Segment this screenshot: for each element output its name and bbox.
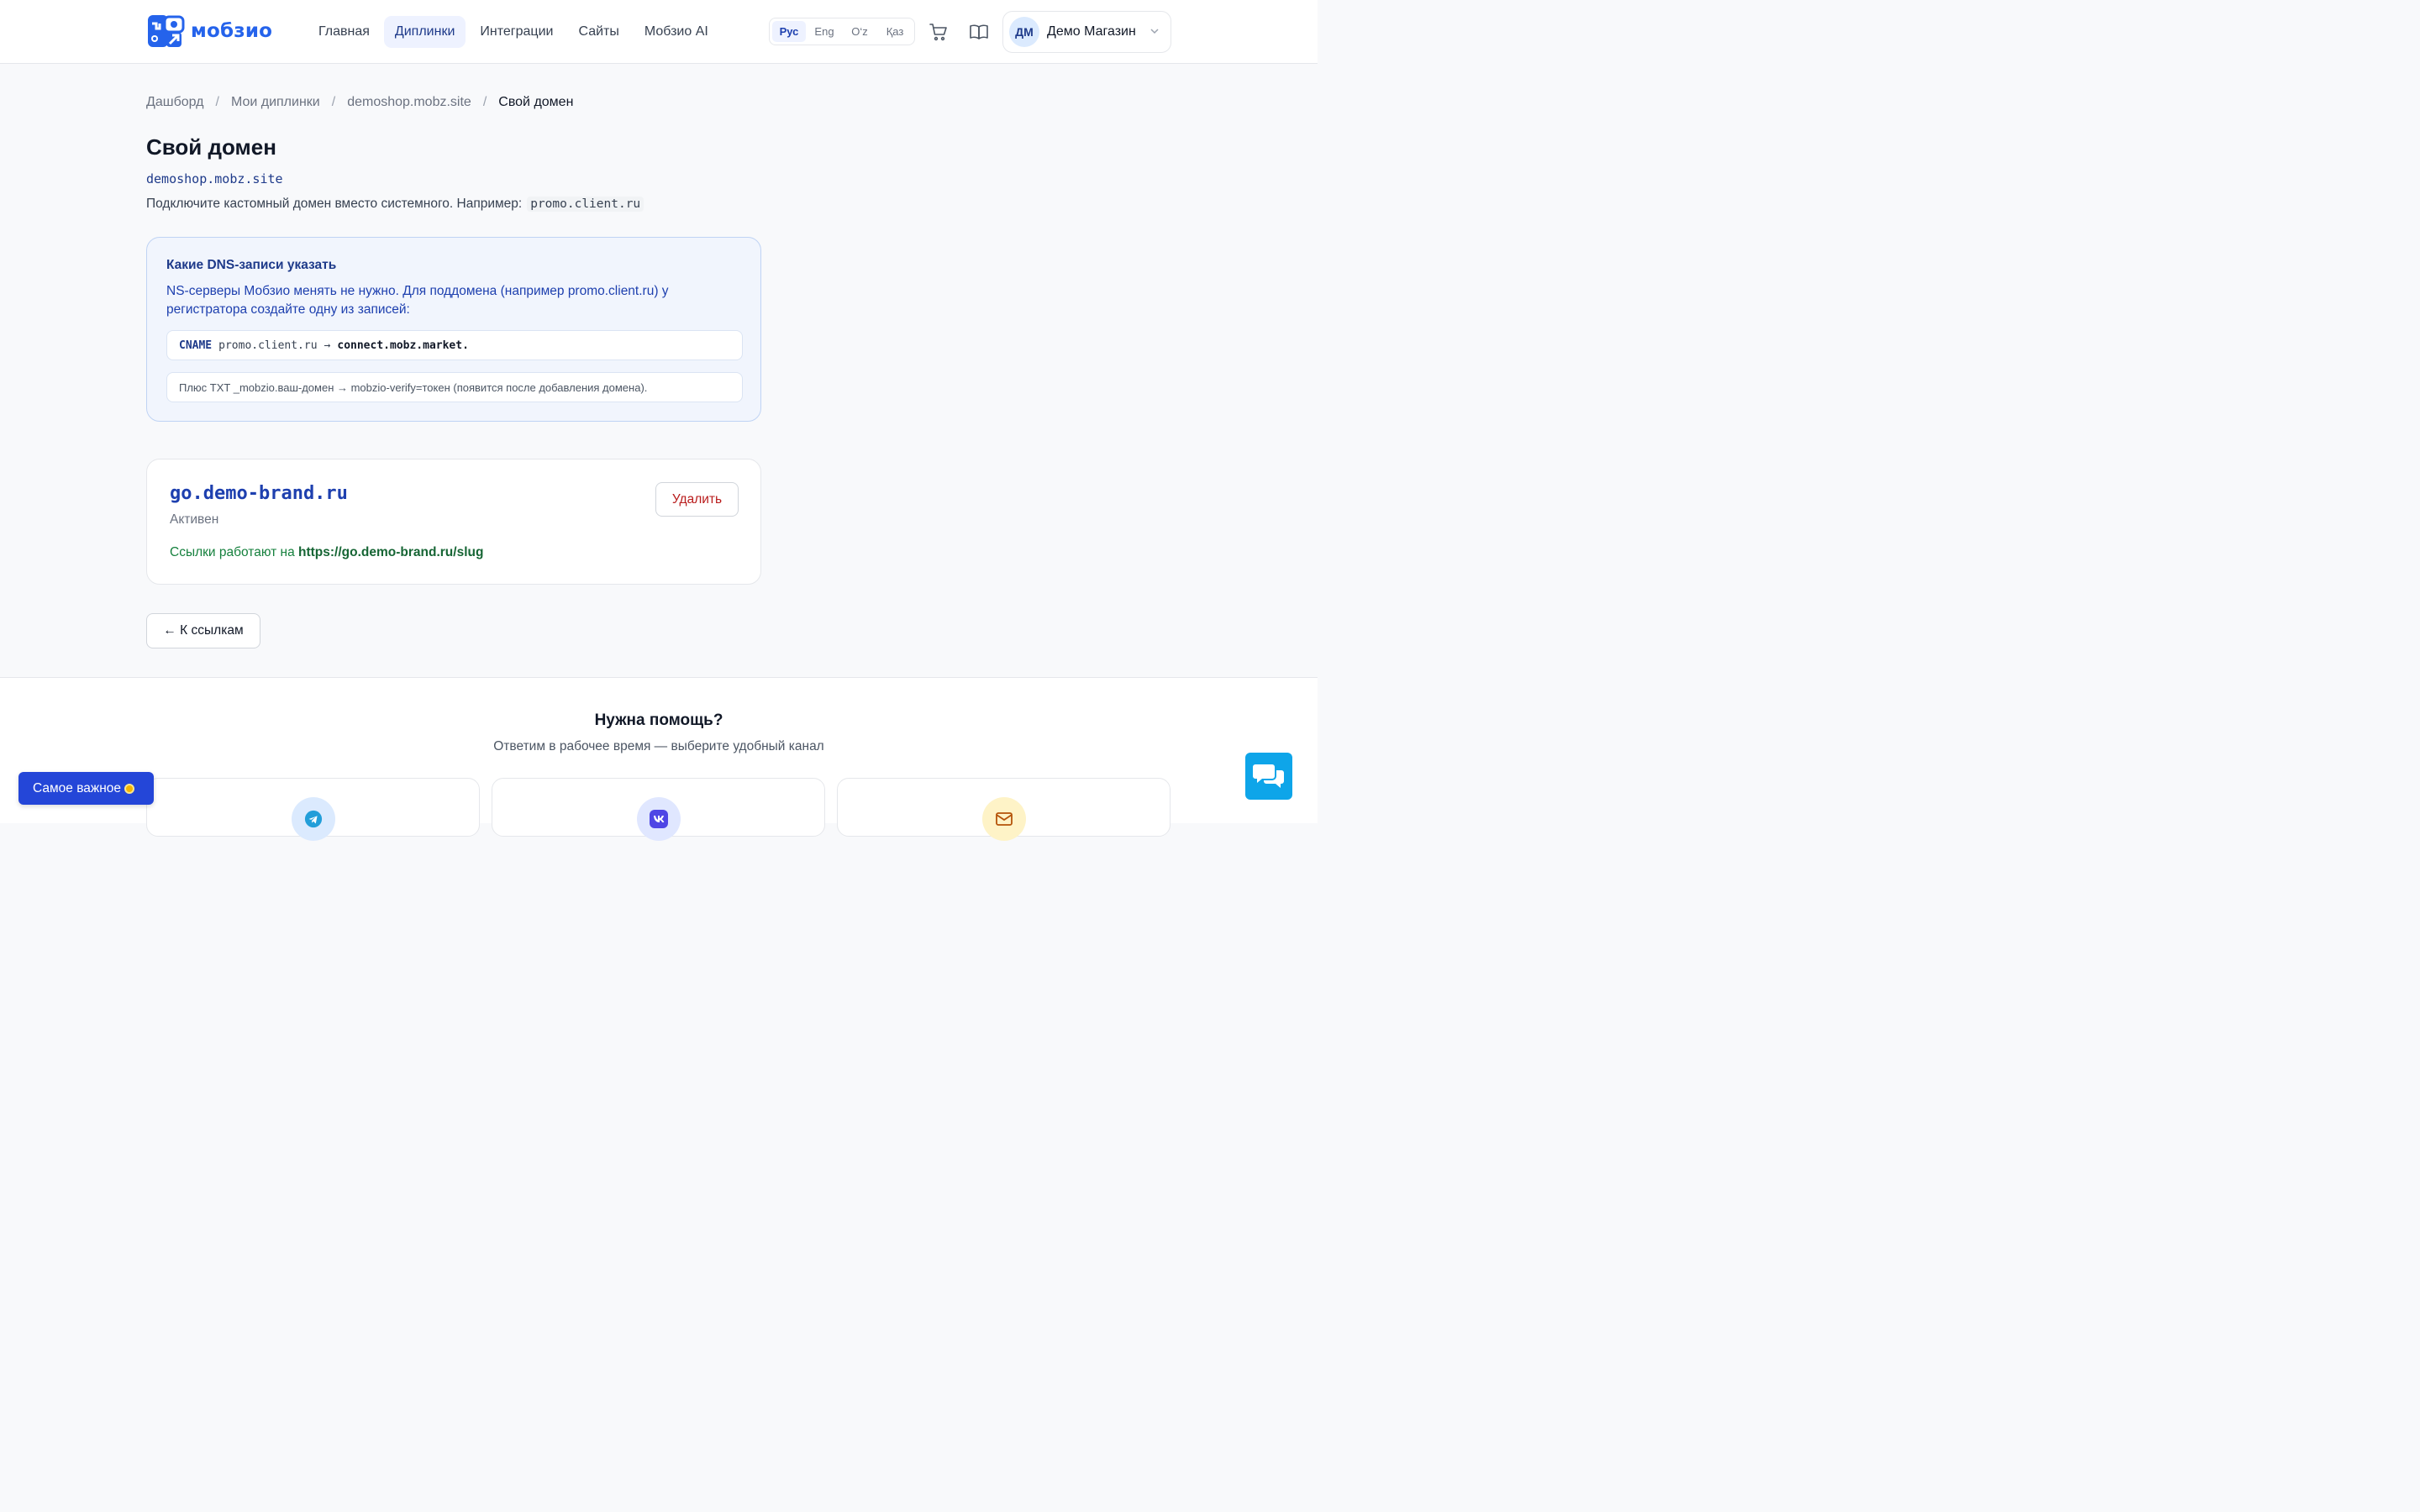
- breadcrumb-separator: /: [215, 95, 219, 109]
- breadcrumb-current: Свой домен: [498, 95, 574, 109]
- email-channel-card[interactable]: [837, 778, 1171, 841]
- vk-channel-card[interactable]: [492, 778, 825, 841]
- record-host: promo.client.ru: [218, 339, 318, 352]
- links-url[interactable]: https://go.demo-brand.ru/slug: [298, 545, 483, 559]
- help-title: Нужна помощь?: [594, 711, 723, 729]
- back-to-links-button[interactable]: ← К ссылкам: [146, 613, 260, 648]
- logo-mark-icon: [146, 13, 185, 49]
- description-text: Подключите кастомный домен вместо систем…: [146, 197, 523, 211]
- nav-sites[interactable]: Сайты: [567, 16, 629, 48]
- nav-deeplinks[interactable]: Диплинки: [383, 16, 466, 48]
- user-menu[interactable]: ДМ Демо Магазин: [1002, 11, 1171, 53]
- chevron-down-icon: [1150, 29, 1159, 34]
- custom-domain-name: go.demo-brand.ru: [170, 483, 348, 504]
- avatar: ДМ: [1009, 17, 1039, 47]
- breadcrumb-dashboard[interactable]: Дашборд: [146, 95, 204, 110]
- lang-kz[interactable]: Қаз: [878, 21, 912, 42]
- record-type: CNAME: [179, 339, 213, 352]
- nav-home[interactable]: Главная: [308, 16, 381, 48]
- breadcrumb: Дашборд / Мои диплинки / demoshop.mobz.s…: [146, 95, 573, 110]
- custom-domain-card: go.demo-brand.ru Активен Ссылки работают…: [146, 459, 761, 585]
- record-target: connect.mobz.market.: [337, 339, 469, 352]
- cname-record: CNAME promo.client.ru → connect.mobz.mar…: [166, 330, 743, 360]
- logo-text: мобзио: [191, 20, 273, 42]
- example-domain: promo.client.ru: [527, 197, 644, 212]
- important-button[interactable]: Самое важное: [18, 772, 154, 805]
- breadcrumb-separator: /: [331, 95, 336, 109]
- help-section: Нужна помощь? Ответим в рабочее время — …: [0, 677, 1318, 841]
- record-arrow: →: [324, 339, 331, 352]
- telegram-channel-card[interactable]: [146, 778, 480, 841]
- delete-button[interactable]: Удалить: [655, 482, 739, 517]
- lang-ru[interactable]: Рус: [772, 21, 806, 42]
- dns-info-box: Какие DNS-записи указать NS-серверы Мобз…: [146, 237, 761, 422]
- lang-uz[interactable]: O‘z: [843, 21, 876, 42]
- nav-ai[interactable]: Мобзио AI: [634, 16, 719, 48]
- notification-dot: [124, 783, 135, 794]
- links-info: Ссылки работают на https://go.demo-brand…: [170, 545, 483, 560]
- telegram-icon: [292, 797, 335, 841]
- mail-icon: [982, 797, 1026, 841]
- vk-icon: [637, 797, 681, 841]
- page-domain: demoshop.mobz.site: [146, 171, 283, 186]
- txt-record-note: Плюс TXT _mobzio.ваш-домен → mobzio-veri…: [166, 372, 743, 402]
- top-header: мобзио Главная Диплинки Интеграции Сайты…: [0, 0, 1318, 64]
- links-prefix: Ссылки работают на: [170, 545, 295, 559]
- main-nav: Главная Диплинки Интеграции Сайты Мобзио…: [308, 16, 719, 48]
- user-name: Демо Магазин: [1047, 24, 1136, 39]
- dns-text: NS-серверы Мобзио менять не нужно. Для п…: [166, 284, 669, 317]
- language-switcher: Рус Eng O‘z Қаз: [769, 18, 915, 45]
- page-description: Подключите кастомный домен вместо систем…: [146, 197, 644, 212]
- breadcrumb-site[interactable]: demoshop.mobz.site: [347, 95, 471, 110]
- page-title: Свой домен: [146, 134, 276, 160]
- chat-icon[interactable]: [1245, 753, 1292, 800]
- book-icon[interactable]: [969, 22, 989, 42]
- dns-title: Какие DNS-записи указать: [166, 258, 337, 272]
- important-label: Самое важное: [33, 780, 122, 795]
- status-badge: Активен: [170, 512, 219, 527]
- help-subtitle: Ответим в рабочее время — выберите удобн…: [493, 739, 824, 753]
- lang-en[interactable]: Eng: [808, 21, 841, 42]
- cart-icon[interactable]: [929, 22, 949, 42]
- logo[interactable]: мобзио: [146, 13, 272, 49]
- breadcrumb-separator: /: [482, 95, 487, 109]
- nav-integrations[interactable]: Интеграции: [469, 16, 564, 48]
- breadcrumb-my-deeplinks[interactable]: Мои диплинки: [231, 95, 320, 110]
